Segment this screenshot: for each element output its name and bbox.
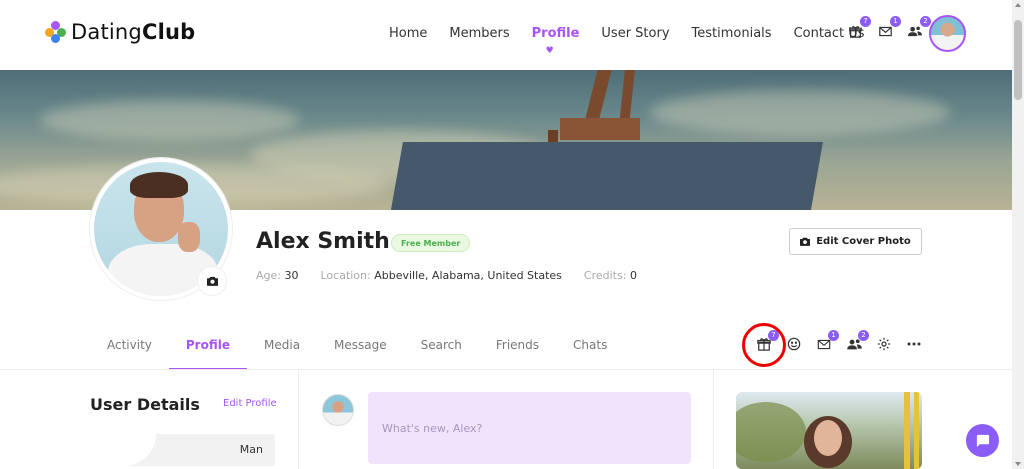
messages-count-badge: 1 [828,330,839,341]
site-header: DatingClub Home Members Profile ♥ User St… [0,0,1012,70]
gender-value: Man [239,443,263,456]
profile-action-icons: 7 1 2 [756,330,936,352]
profile-meta: Age: 30 Location: Abbeville, Alabama, Un… [256,269,659,282]
scroll-down-arrow[interactable] [1015,462,1021,466]
tab-search[interactable]: Search [404,338,479,370]
tab-friends[interactable]: Friends [479,338,556,370]
mail-icon[interactable]: 1 [876,16,901,40]
logo-text: DatingClub [71,20,196,44]
tab-activity[interactable]: Activity [90,338,169,370]
smiley-icon[interactable] [786,336,802,352]
gift-count-badge: 7 [768,330,779,341]
scroll-up-arrow[interactable] [1015,3,1021,7]
more-options-icon[interactable] [906,336,922,352]
tab-media[interactable]: Media [247,338,317,370]
header-notification-icons: 7 1 2 [846,16,936,40]
composer-avatar [322,394,354,426]
gift-icon[interactable]: 7 [756,330,779,352]
heart-icon: ♥ [545,46,554,56]
logo[interactable]: DatingClub [45,20,195,44]
friends-icon[interactable]: 2 [906,16,931,40]
tab-message[interactable]: Message [317,338,404,370]
edit-cover-photo-button[interactable]: Edit Cover Photo [789,228,922,255]
credits-value: 0 [629,269,637,282]
scroll-thumb[interactable] [1014,20,1022,100]
column-divider [298,370,299,469]
column-divider [713,370,714,469]
camera-icon [206,276,218,286]
tab-chats[interactable]: Chats [556,338,624,370]
age-value: 30 [284,269,299,282]
mail-icon[interactable]: 1 [816,330,839,352]
tab-profile[interactable]: Profile [168,338,248,370]
main-nav: Home Members Profile ♥ User Story Testimo… [389,26,887,56]
profile-tabs: Activity Profile Media Message Search Fr… [90,338,624,370]
change-photo-button[interactable] [197,266,227,296]
gift-count-badge: 7 [860,16,871,27]
whats-new-input[interactable] [368,392,691,464]
user-details-title: User Details [90,395,200,414]
logo-icon [45,21,67,43]
age-label: Age: [256,269,281,282]
gender-row: Man [90,434,275,466]
member-photo[interactable] [736,392,922,469]
chat-icon [976,434,990,448]
page-scrollbar[interactable] [1012,0,1024,469]
gear-icon[interactable] [876,336,892,352]
friends-icon[interactable]: 2 [846,330,869,352]
nav-members[interactable]: Members [449,26,509,41]
gift-icon[interactable]: 7 [846,16,871,40]
location-value: Abbeville, Alabama, United States [374,269,562,282]
chat-button[interactable] [966,424,999,457]
friends-count-badge: 2 [920,16,931,27]
messages-count-badge: 1 [890,16,901,27]
nav-home[interactable]: Home [389,26,427,41]
credits-label: Credits: [583,269,627,282]
membership-badge: Free Member [391,234,471,252]
user-avatar[interactable] [929,15,966,52]
profile-name: Alex Smith [256,229,390,254]
camera-icon [800,237,811,246]
nav-user-story[interactable]: User Story [601,26,669,41]
edit-profile-link[interactable]: Edit Profile [223,398,277,409]
friends-count-badge: 2 [858,330,869,341]
tabs-divider [0,369,1012,370]
nav-profile[interactable]: Profile ♥ [532,26,580,56]
nav-testimonials[interactable]: Testimonials [692,26,772,41]
location-label: Location: [320,269,371,282]
